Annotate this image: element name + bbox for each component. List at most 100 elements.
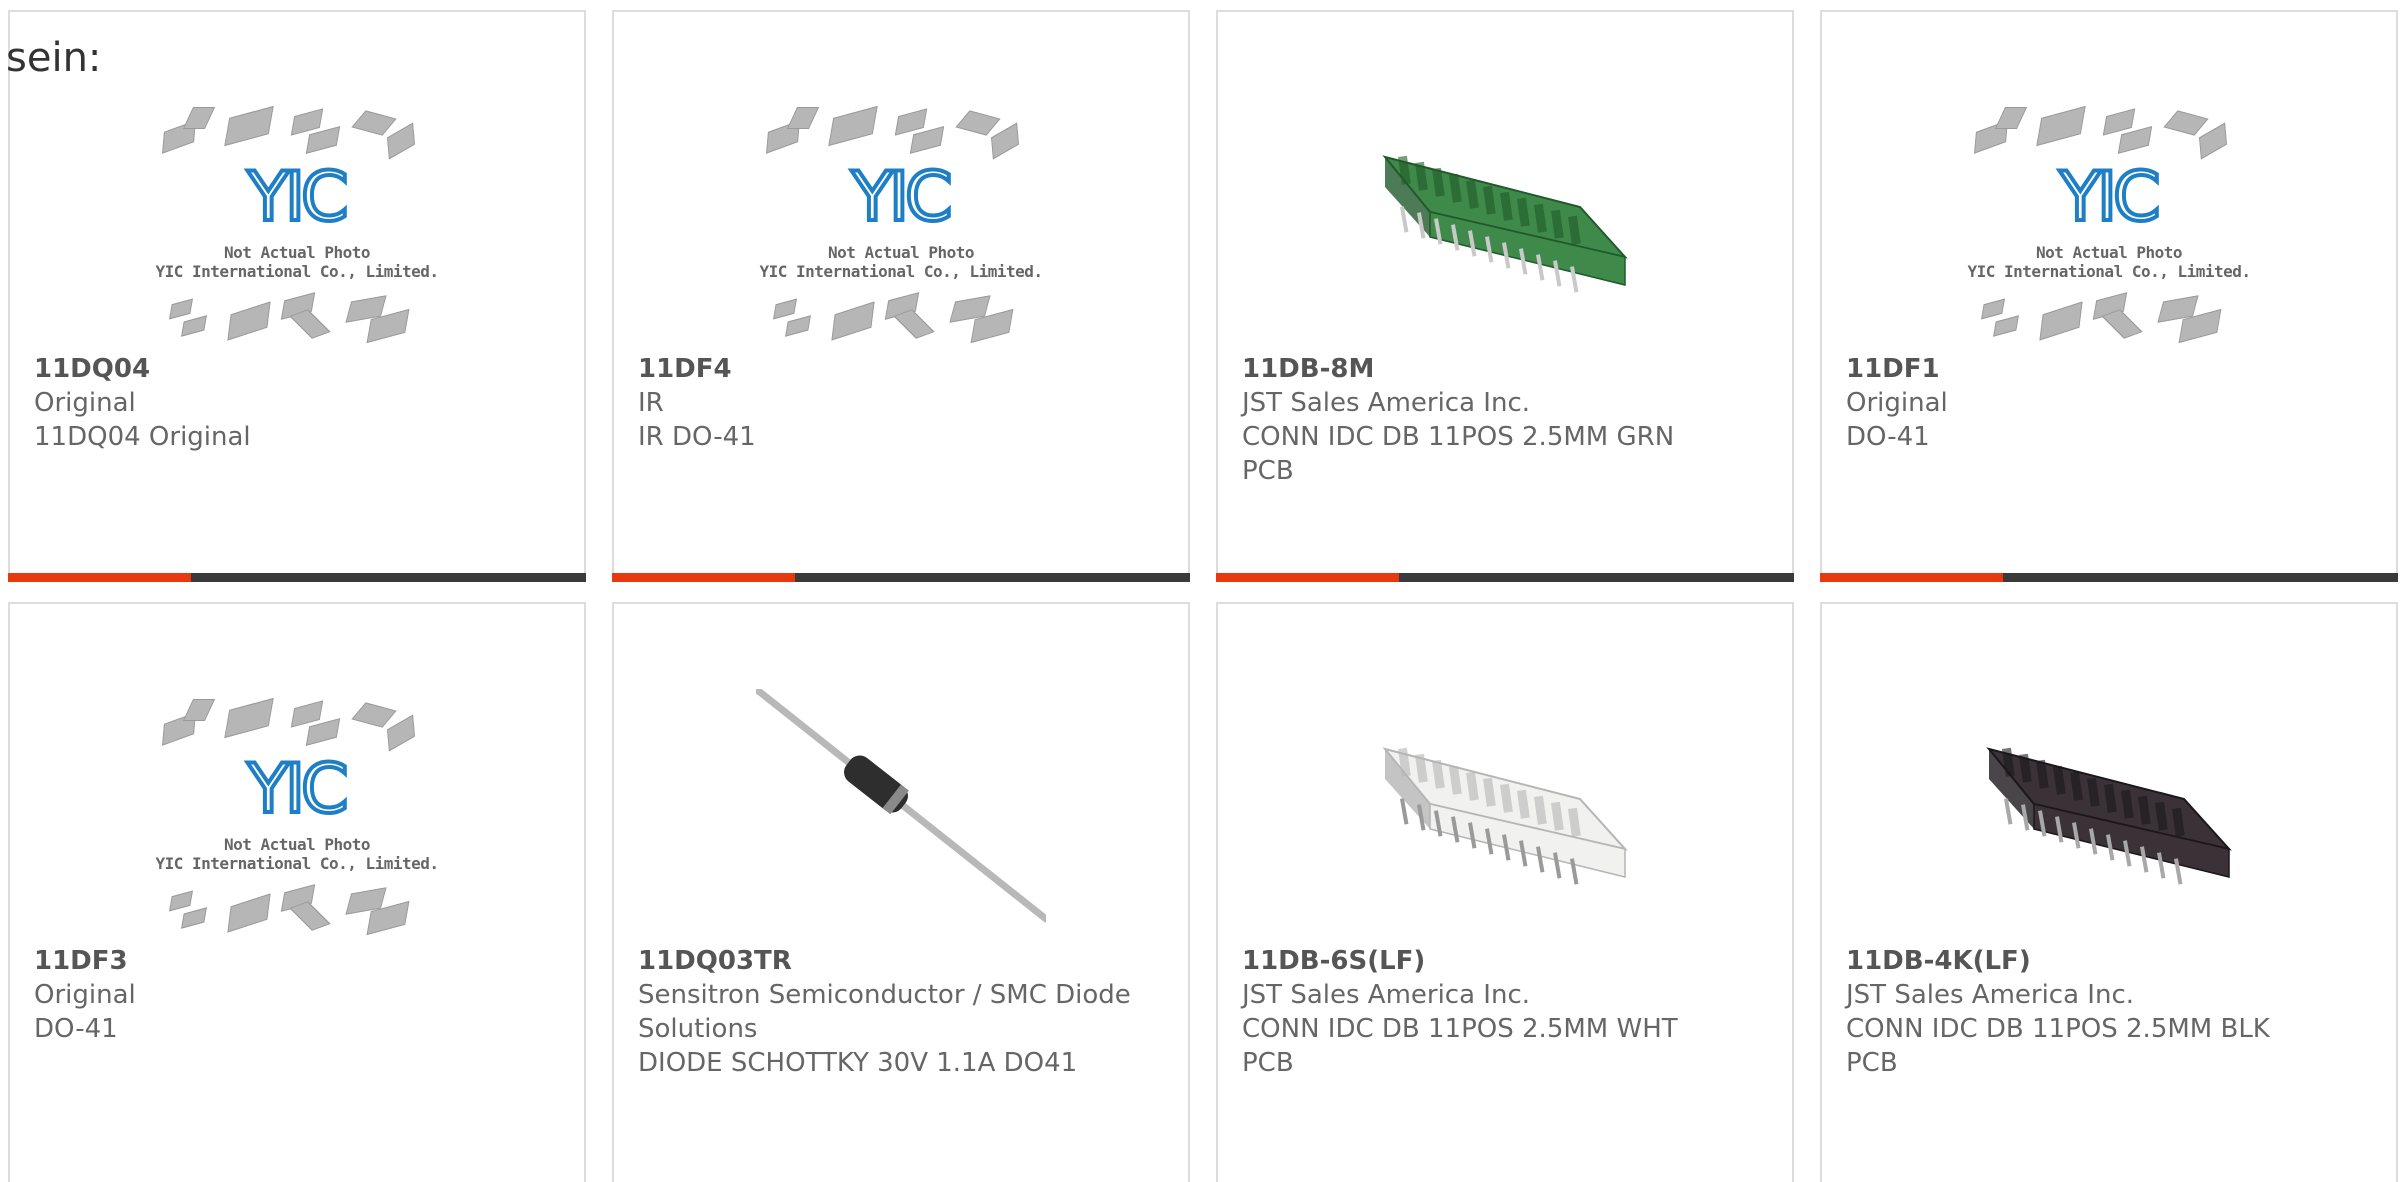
part-number-link[interactable]: 11DQ03TR [638,944,1168,978]
chip-icon [224,697,274,739]
placeholder-caption: Not Actual Photo [223,243,371,262]
chip-icon [351,110,397,136]
chip-icon [351,702,397,728]
description: 11DQ04 Original [34,422,251,452]
chip-icon [2199,122,2227,160]
connector-photo [1986,747,2232,885]
product-card[interactable]: 11DB-6S(LF) JST Sales America Inc. CONN … [1216,602,1794,1182]
description: DO-41 [34,1014,118,1044]
chip-icon [224,105,274,147]
product-info: 11DF3 Original DO-41 [34,944,564,1046]
card-accent-bar [1820,573,2003,582]
part-number-link[interactable]: 11DF1 [1846,352,2376,386]
product-card[interactable]: YIC Not Actual Photo YIC International Co.… [8,10,586,582]
manufacturer: JST Sales America Inc. [1846,980,2135,1010]
product-image[interactable] [1360,689,1650,939]
manufacturer: Original [34,980,136,1010]
yic-placeholder-image: YIC Not Actual Photo YIC International Co.… [152,97,442,347]
product-image[interactable]: YIC Not Actual Photo YIC International Co.… [756,97,1046,347]
chip-icon [289,309,331,339]
chip-icon [1994,107,2028,129]
description: CONN IDC DB 11POS 2.5MM WHT PCB [1242,1014,1678,1078]
chip-icon [1993,315,2019,337]
description: CONN IDC DB 11POS 2.5MM GRN PCB [1242,422,1675,486]
part-number-link[interactable]: 11DB-4K(LF) [1846,944,2376,978]
product-card[interactable]: 11DQ03TR Sensitron Semiconductor / SMC D… [612,602,1190,1182]
manufacturer: Original [1846,388,1948,418]
manufacturer: Original [34,388,136,418]
card-underline-bar [1216,573,1794,582]
chip-icon [387,122,415,160]
placeholder-caption: Not Actual Photo [2035,243,2183,262]
chip-icon [181,907,207,929]
description: DO-41 [1846,422,1930,452]
manufacturer: JST Sales America Inc. [1242,980,1531,1010]
placeholder-caption: Not Actual Photo [827,243,975,262]
chip-icon [169,298,193,320]
yic-logo: YIC [245,750,350,829]
product-info: 11DB-4K(LF) JST Sales America Inc. CONN … [1846,944,2376,1080]
diode-photo [756,689,1046,923]
part-number-link[interactable]: 11DF3 [34,944,564,978]
card-underline-bar [1820,573,2398,582]
part-number-link[interactable]: 11DB-6S(LF) [1242,944,1772,978]
chip-icon [387,714,415,752]
product-card[interactable]: 11DB-4K(LF) JST Sales America Inc. CONN … [1820,602,2398,1182]
chip-icon [227,301,271,341]
connector-photo [1382,747,1628,885]
product-image[interactable] [1964,689,2254,939]
chip-icon [831,301,875,341]
card-accent-bar [8,573,191,582]
product-info: 11DQ03TR Sensitron Semiconductor / SMC D… [638,944,1168,1080]
card-underline-bar [612,573,1190,582]
part-number-link[interactable]: 11DB-8M [1242,352,1772,386]
chip-icon [182,107,216,129]
manufacturer: Sensitron Semiconductor / SMC Diode Solu… [638,980,1131,1044]
product-card[interactable]: YIC Not Actual Photo YIC International Co.… [1820,10,2398,582]
product-info: 11DF1 Original DO-41 [1846,352,2376,454]
yic-logo: YIC [2057,158,2162,237]
manufacturer: IR [638,388,664,418]
description: DIODE SCHOTTKY 30V 1.1A DO41 [638,1048,1078,1078]
product-info: 11DF4 IR IR DO-41 [638,352,1168,454]
yic-placeholder-image: YIC Not Actual Photo YIC International Co.… [1964,97,2254,347]
product-image[interactable] [1360,97,1650,347]
yic-logo: YIC [245,158,350,237]
chip-icon [2039,301,2083,341]
placeholder-company: YIC International Co., Limited. [759,262,1043,281]
placeholder-caption: Not Actual Photo [223,835,371,854]
chip-icon [181,315,207,337]
product-image[interactable]: YIC Not Actual Photo YIC International Co.… [1964,97,2254,347]
card-accent-bar [1216,573,1399,582]
product-image[interactable] [756,689,1046,939]
part-number-link[interactable]: 11DQ04 [34,352,564,386]
description: CONN IDC DB 11POS 2.5MM BLK PCB [1846,1014,2270,1078]
part-number-link[interactable]: 11DF4 [638,352,1168,386]
chip-icon [991,122,1019,160]
chip-icon [169,890,193,912]
chip-icon [773,298,797,320]
card-underline-bar [8,573,586,582]
product-grid: YIC Not Actual Photo YIC International Co.… [8,10,2400,1182]
yic-placeholder-image: YIC Not Actual Photo YIC International Co.… [756,97,1046,347]
chip-icon [1981,298,2005,320]
chip-icon [785,315,811,337]
product-info: 11DB-8M JST Sales America Inc. CONN IDC … [1242,352,1772,488]
product-image[interactable]: YIC Not Actual Photo YIC International Co.… [152,689,442,939]
product-card[interactable]: YIC Not Actual Photo YIC International Co.… [8,602,586,1182]
placeholder-company: YIC International Co., Limited. [155,854,439,873]
card-accent-bar [612,573,795,582]
chip-icon [227,893,271,933]
product-card[interactable]: 11DB-8M JST Sales America Inc. CONN IDC … [1216,10,1794,582]
chip-icon [828,105,878,147]
chip-icon [955,110,1001,136]
connector-photo [1382,155,1628,293]
product-info: 11DQ04 Original 11DQ04 Original [34,352,564,454]
product-card[interactable]: YIC Not Actual Photo YIC International Co.… [612,10,1190,582]
chip-icon [2163,110,2209,136]
product-image[interactable]: YIC Not Actual Photo YIC International Co.… [152,97,442,347]
placeholder-company: YIC International Co., Limited. [155,262,439,281]
yic-placeholder-image: YIC Not Actual Photo YIC International Co.… [152,689,442,939]
chip-icon [182,699,216,721]
chip-icon [2036,105,2086,147]
